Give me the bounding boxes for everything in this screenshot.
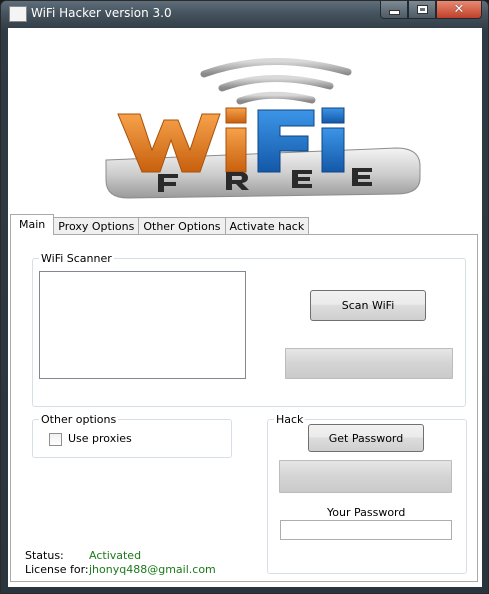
wifi-free-logo	[105, 57, 421, 199]
scan-wifi-button[interactable]: Scan WiFi	[310, 290, 426, 321]
wifi-free-banner	[8, 28, 482, 214]
use-proxies-label: Use proxies	[68, 432, 132, 445]
tab-other-options[interactable]: Other Options	[138, 217, 226, 235]
minimize-button[interactable]	[380, 1, 408, 19]
hack-group: Hack Get Password Your Password	[267, 413, 467, 574]
app-icon	[9, 6, 27, 22]
scan-progress-bar	[285, 348, 453, 379]
tab-main[interactable]: Main	[10, 214, 55, 235]
caption-buttons: ✕	[380, 1, 482, 21]
hack-legend: Hack	[274, 413, 306, 426]
close-button[interactable]: ✕	[436, 1, 482, 19]
use-proxies-checkbox[interactable]	[49, 433, 62, 446]
license-label: License for:	[25, 563, 89, 576]
password-output-field[interactable]	[280, 520, 452, 540]
wifi-scanner-legend: WiFi Scanner	[39, 252, 114, 265]
status-value: Activated	[89, 549, 142, 562]
maximize-button[interactable]	[408, 1, 436, 19]
client-area: Main Proxy Options Other Options Activat…	[8, 28, 482, 587]
minimize-icon	[388, 10, 400, 15]
title-bar[interactable]: WiFi Hacker version 3.0 ✕	[1, 1, 488, 27]
your-password-label: Your Password	[327, 506, 406, 519]
window-title: WiFi Hacker version 3.0	[31, 6, 172, 20]
tab-proxy-options[interactable]: Proxy Options	[53, 217, 140, 235]
app-window: WiFi Hacker version 3.0 ✕ Main Proxy Opt…	[0, 0, 489, 594]
main-tab-page: WiFi Scanner Scan WiFi Other options Use…	[10, 234, 478, 582]
status-label: Status:	[25, 549, 64, 562]
other-options-legend: Other options	[39, 413, 119, 426]
maximize-icon	[416, 5, 428, 14]
other-options-group: Other options Use proxies	[32, 413, 232, 458]
tab-activate-hack[interactable]: Activate hack	[224, 217, 310, 235]
tab-strip: Main Proxy Options Other Options Activat…	[10, 214, 310, 235]
close-icon: ✕	[453, 2, 465, 17]
wifi-scanner-group: WiFi Scanner Scan WiFi	[32, 252, 466, 407]
get-password-button[interactable]: Get Password	[308, 424, 424, 452]
license-value: jhonyq488@gmail.com	[89, 563, 216, 576]
wifi-network-list[interactable]	[39, 271, 246, 379]
hack-progress-bar	[279, 460, 452, 493]
